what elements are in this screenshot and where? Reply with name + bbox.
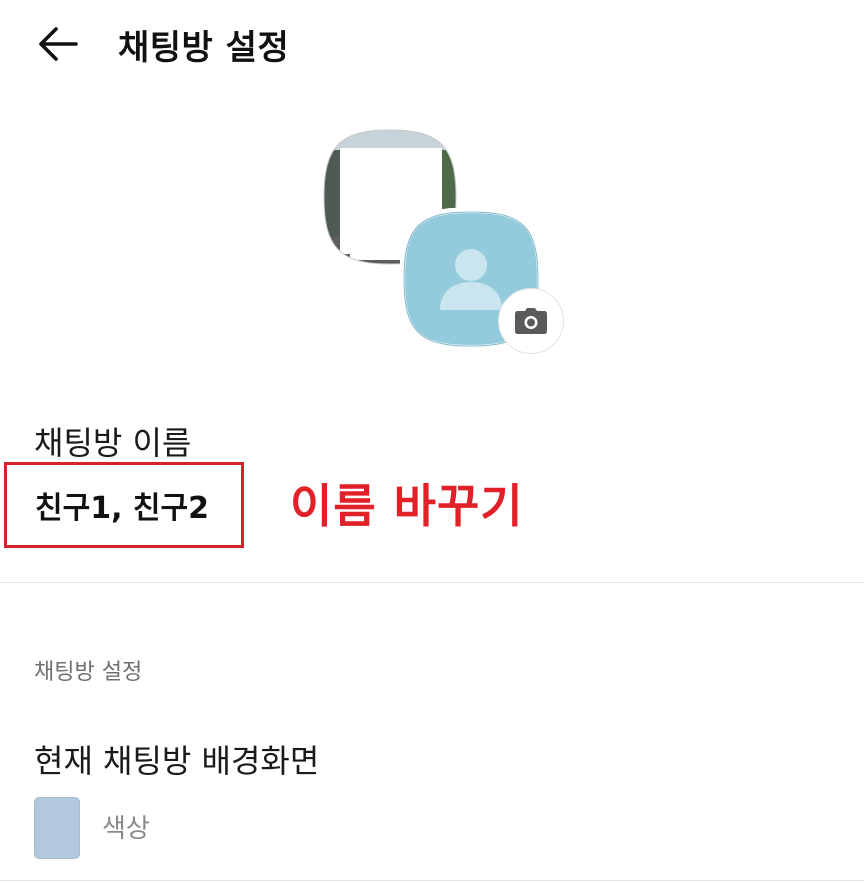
bottom-divider	[0, 880, 864, 881]
current-background-setting[interactable]: 현재 채팅방 배경화면	[34, 736, 319, 782]
section-divider	[0, 582, 864, 583]
chat-room-avatar	[318, 124, 566, 356]
camera-icon	[515, 308, 547, 334]
background-color-swatch	[34, 797, 80, 859]
settings-section-header: 채팅방 설정	[34, 660, 143, 685]
room-name-label: 채팅방 이름	[34, 424, 192, 462]
back-button[interactable]	[30, 18, 86, 70]
page-title: 채팅방 설정	[118, 27, 290, 68]
arrow-left-icon	[39, 27, 78, 61]
room-name-field[interactable]: 친구1, 친구2	[4, 462, 244, 548]
rename-annotation: 이름 바꾸기	[290, 479, 524, 533]
room-name-value: 친구1, 친구2	[35, 491, 209, 526]
background-type-label: 색상	[102, 814, 150, 844]
change-photo-button[interactable]	[498, 288, 564, 354]
